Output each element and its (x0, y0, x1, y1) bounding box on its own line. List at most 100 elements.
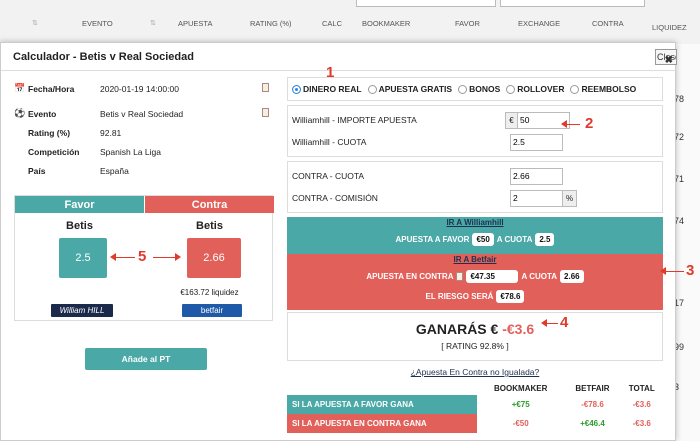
favor-header: Favor (15, 196, 144, 213)
contra-header: Contra (145, 196, 274, 213)
stake-row: Williamhill - IMPORTE APUESTA € (288, 109, 662, 131)
column-apuesta[interactable]: APUESTA (178, 13, 212, 33)
radio-icon[interactable] (458, 84, 468, 94)
mode-real-money[interactable]: DINERO REAL (292, 84, 362, 94)
cell-total: -€3.6 (632, 400, 651, 409)
lay-odds-chip: 2.66 (560, 269, 584, 283)
arrow-2 (566, 124, 580, 125)
euro-addon: € (505, 111, 517, 129)
info-row-datetime: 📅 Fecha/Hora 2020-01-19 14:00:00 (14, 79, 273, 98)
radio-icon[interactable] (506, 84, 516, 94)
mode-rollover[interactable]: ROLLOVER (506, 84, 564, 94)
header-bookmaker: BOOKMAKER (494, 383, 548, 393)
document-icon[interactable] (262, 108, 269, 117)
back-odds-label: Williamhill - CUOTA (292, 137, 367, 147)
lay-odds-label: CONTRA - CUOTA (292, 171, 365, 181)
summary-header-row: BOOKMAKER BETFAIR TOTAL (287, 381, 663, 395)
favor-team: Betis (66, 220, 93, 232)
arrowhead-icon (660, 267, 666, 275)
back-instructions: IR A Williamhill APUESTA A FAVOR €50 A C… (287, 217, 663, 254)
contra-odds[interactable]: 2.66 (187, 238, 241, 278)
add-to-pt-button[interactable]: Añade al PT (85, 348, 207, 370)
background-input (500, 0, 645, 7)
go-to-betfair-link[interactable]: IR A Betfair (287, 254, 663, 266)
contra-side: Contra Betis 2.66 €163.72 liquidez betfa… (145, 196, 274, 322)
info-value: 2020-01-19 14:00:00 (100, 83, 179, 94)
radio-icon[interactable] (570, 84, 580, 94)
column-rating[interactable]: RATING (%) (250, 13, 292, 33)
lay-bet-line: APUESTA EN CONTRA €47.35 A CUOTA 2.66 (287, 266, 663, 286)
info-label: Competición (28, 146, 80, 157)
info-value: 92.81 (100, 127, 122, 138)
cell-bookmaker: -€50 (512, 419, 529, 428)
back-bet-text: APUESTA A FAVOR (395, 234, 470, 244)
result-rating: [ RATING 92.8% ] (441, 341, 509, 351)
soccer-ball-icon: ⚽ (14, 108, 26, 118)
cell-betfair: +€46.4 (580, 419, 605, 428)
modal-header: Calculador - Betis v Real Sociedad Close… (1, 43, 677, 71)
lay-odds-text: A CUOTA (521, 271, 558, 281)
unmatched-lay-link[interactable]: ¿Apuesta En Contra no Igualada? (287, 367, 663, 379)
radio-selected-icon[interactable] (292, 84, 301, 94)
close-icon[interactable]: ✖ (665, 55, 673, 66)
back-odds-row: Williamhill - CUOTA (288, 131, 662, 153)
arrowhead-icon (541, 319, 547, 327)
lay-odds-input[interactable] (510, 167, 563, 185)
cell-bookmaker: +€75 (511, 400, 530, 409)
favor-side: Favor Betis 2.5 William HILL (15, 196, 144, 322)
info-value: España (100, 165, 129, 176)
arrow-4 (546, 323, 558, 324)
arrow-3 (664, 271, 684, 272)
summary-table: BOOKMAKER BETFAIR TOTAL SI LA APUESTA A … (287, 381, 663, 433)
column-evento[interactable]: EVENTO (82, 13, 113, 33)
cell-total: -€3.6 (632, 419, 651, 428)
mode-bonus[interactable]: BONOS (458, 84, 500, 94)
calculator-modal: Calculador - Betis v Real Sociedad Close… (0, 42, 677, 441)
favor-odds[interactable]: 2.5 (59, 238, 107, 278)
risk-label: EL RIESGO SERÁ (425, 291, 494, 301)
annotation-4: 4 (560, 314, 569, 331)
mode-selector: DINERO REAL APUESTA GRATIS BONOS ROLLOVE… (287, 77, 663, 101)
info-label: Fecha/Hora (28, 83, 75, 94)
copy-icon[interactable] (456, 271, 464, 281)
modal-title: Calculador - Betis v Real Sociedad (13, 50, 194, 63)
background-table-header: ⇅ EVENTO ⇅ APUESTA RATING (%) CALC BOOKM… (0, 0, 700, 44)
column-calc[interactable]: CALC (322, 13, 342, 33)
column-bookmaker[interactable]: BOOKMAKER (362, 13, 410, 33)
column-contra[interactable]: CONTRA (592, 13, 624, 33)
column-liquidez[interactable]: LIQUIDEZ (652, 17, 687, 37)
mode-free-bet[interactable]: APUESTA GRATIS (367, 84, 452, 94)
radio-icon[interactable] (367, 84, 377, 94)
go-to-williamhill-link[interactable]: IR A Williamhill (287, 217, 663, 229)
column-exchange[interactable]: EXCHANGE (518, 13, 560, 33)
arrowhead-icon (110, 253, 116, 261)
stake-label: Williamhill - IMPORTE APUESTA (292, 115, 417, 125)
arrow-5-right (153, 257, 175, 258)
back-odds-text: A CUOTA (496, 234, 533, 244)
back-odds-input[interactable] (510, 133, 563, 151)
commission-input[interactable] (510, 189, 563, 207)
annotation-2: 2 (585, 115, 594, 132)
exchange-fields: CONTRA - CUOTA CONTRA - COMISIÓN % (287, 161, 663, 213)
calculator-panel: DINERO REAL APUESTA GRATIS BONOS ROLLOVE… (287, 77, 663, 433)
info-row-event: ⚽ Evento Betis v Real Sociedad (14, 104, 273, 123)
annotation-3: 3 (686, 262, 695, 279)
document-icon[interactable] (262, 83, 269, 92)
calendar-icon: 📅 (14, 83, 26, 93)
info-row-competition: Competición Spanish La Liga (14, 142, 273, 161)
lay-bet-text: APUESTA EN CONTRA (366, 271, 454, 281)
commission-row: CONTRA - COMISIÓN % (288, 187, 662, 209)
arrowhead-icon (561, 120, 567, 128)
williamhill-logo[interactable]: William HILL (51, 304, 113, 317)
background-input (356, 0, 496, 7)
row-label: SI LA APUESTA A FAVOR GANA (287, 395, 477, 414)
mode-refund[interactable]: REEMBOLSO (570, 84, 636, 94)
annotation-1: 1 (326, 64, 335, 81)
info-label: País (28, 165, 46, 176)
commission-label: CONTRA - COMISIÓN (292, 193, 378, 203)
column-favor[interactable]: FAVOR (455, 13, 480, 33)
event-info: 📅 Fecha/Hora 2020-01-19 14:00:00 ⚽ Event… (14, 75, 273, 180)
table-row: SI LA APUESTA EN CONTRA GANA -€50 +€46.4… (287, 414, 663, 433)
info-label: Rating (%) (28, 127, 71, 138)
betfair-logo[interactable]: betfair (182, 304, 242, 317)
